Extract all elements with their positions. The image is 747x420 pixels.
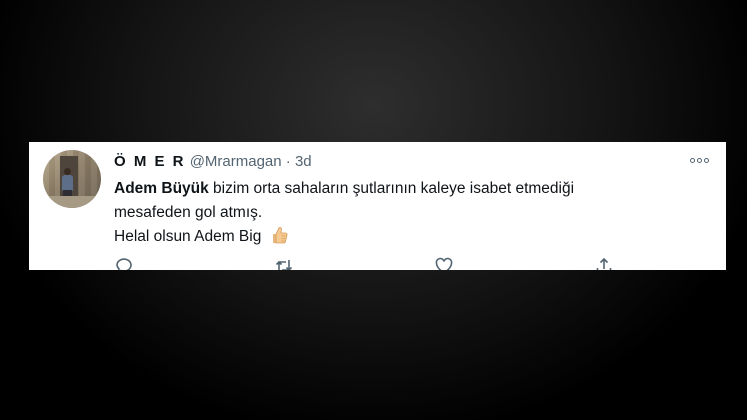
mention-link[interactable]: Adem Büyük (114, 180, 209, 197)
tweet-text: Adem Büyük bizim orta sahaların şutların… (114, 177, 704, 253)
tweet-line-1-text: bizim orta sahaların şutlarının kaleye i… (208, 180, 575, 197)
avatar-ground (43, 196, 101, 208)
author-handle[interactable]: @Mrarmagan (190, 153, 282, 170)
tweet-line-1: Adem Büyük bizim orta sahaların şutların… (114, 177, 704, 201)
author-name[interactable]: Ö M E R (114, 153, 186, 170)
tweet-actions (114, 256, 674, 270)
share-icon[interactable] (594, 256, 616, 270)
tweet-header: Ö M E R @Mrarmagan · 3d (114, 153, 312, 171)
more-options-icon[interactable] (690, 156, 712, 164)
tweet-line-2: mesafeden gol atmış. (114, 204, 263, 221)
retweet-icon[interactable] (274, 256, 296, 270)
thumbs-up-icon (269, 225, 289, 253)
avatar[interactable] (43, 150, 101, 208)
separator-dot: · (285, 153, 291, 170)
tweet-line-3-text: Helal olsun Adem Big (114, 228, 262, 245)
tweet-card[interactable]: Ö M E R @Mrarmagan · 3d Adem Büyük bizim… (29, 142, 726, 270)
tweet-line-3: Helal olsun Adem Big (114, 225, 704, 253)
avatar-person-body (62, 175, 73, 191)
tweet-time[interactable]: 3d (295, 153, 312, 170)
avatar-person-head (64, 168, 71, 175)
reply-icon[interactable] (114, 256, 136, 270)
like-icon[interactable] (434, 256, 456, 270)
